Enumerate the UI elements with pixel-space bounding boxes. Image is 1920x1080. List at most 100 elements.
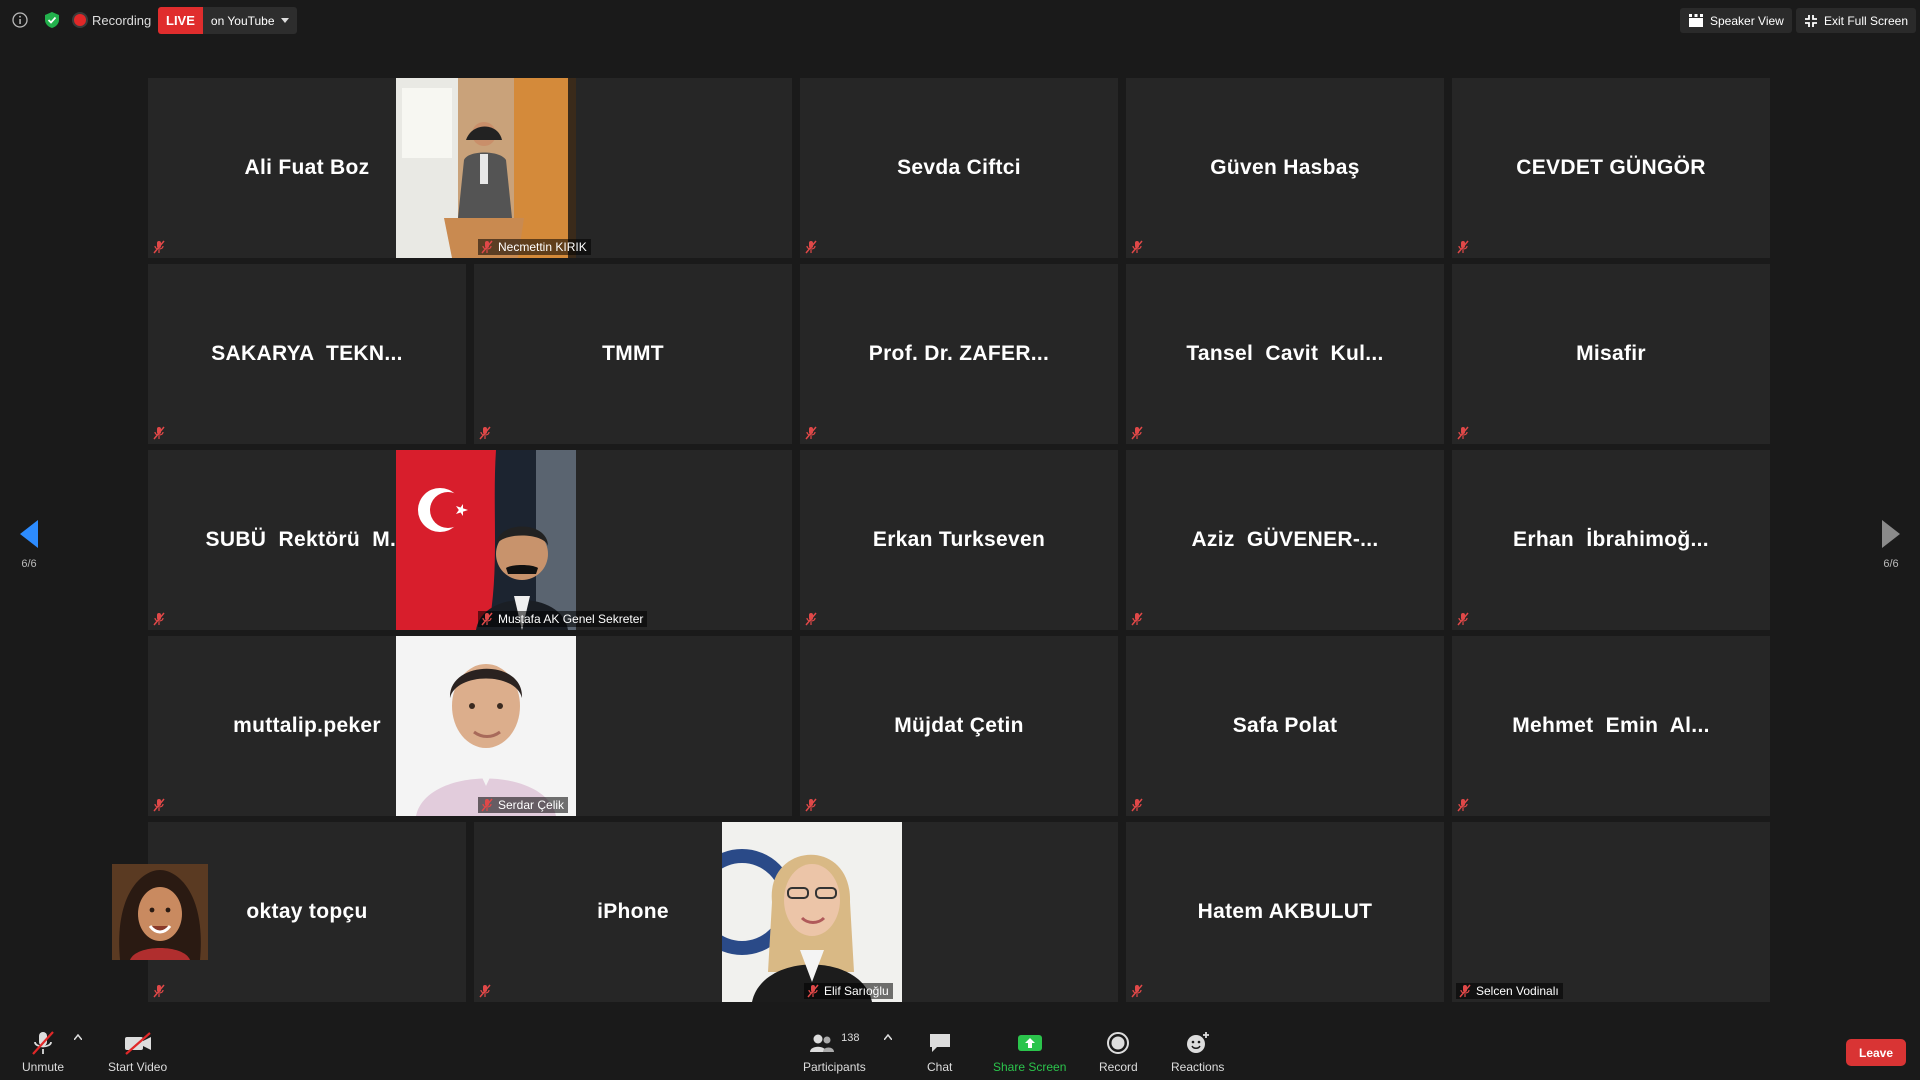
- participant-tile[interactable]: Erhan İbrahimoğ...: [1452, 450, 1770, 630]
- exit-full-screen-label: Exit Full Screen: [1824, 13, 1909, 28]
- participant-tile[interactable]: Necmettin KIRIK: [396, 78, 792, 258]
- participant-name-label: Mustafa AK Genel Sekreter: [478, 611, 648, 627]
- page-indicator-right: 6/6: [1883, 558, 1899, 570]
- encryption-shield-icon[interactable]: [42, 10, 62, 30]
- muted-mic-icon: [152, 984, 166, 998]
- participant-video: [722, 822, 902, 1002]
- participant-tile[interactable]: Serdar Çelik: [396, 636, 792, 816]
- microphone-muted-icon: [32, 1031, 54, 1055]
- start-video-button[interactable]: Start Video: [108, 1030, 167, 1074]
- muted-mic-icon: [480, 798, 494, 812]
- participant-name-label: Elif Sarıoğlu: [804, 983, 893, 999]
- recording-indicator[interactable]: Recording: [74, 10, 151, 30]
- chevron-up-icon: [884, 1034, 892, 1040]
- record-icon: [1107, 1032, 1130, 1054]
- muted-mic-icon: [1456, 240, 1470, 254]
- participant-tile[interactable]: Elif Sarıoğlu: [722, 822, 1118, 1002]
- participant-name: Necmettin KIRIK: [498, 240, 587, 254]
- speaker-view-icon: [1689, 13, 1703, 27]
- participant-tile[interactable]: TMMT: [474, 264, 792, 444]
- participant-name: Mustafa AK Genel Sekreter: [498, 612, 644, 626]
- participant-tile[interactable]: CEVDET GÜNGÖR: [1452, 78, 1770, 258]
- participant-name: SAKARYA TEKN...: [211, 342, 403, 365]
- muted-mic-icon: [478, 984, 492, 998]
- participant-tile[interactable]: SAKARYA TEKN...: [148, 264, 466, 444]
- info-icon[interactable]: [10, 10, 30, 30]
- chat-bubble-icon: [929, 1034, 950, 1052]
- muted-mic-icon: [152, 612, 166, 626]
- participant-tile[interactable]: Tansel Cavit Kul...: [1126, 264, 1444, 444]
- participant-video: [112, 864, 208, 960]
- participants-options-caret[interactable]: [884, 1034, 892, 1040]
- participant-tile[interactable]: Misafir: [1452, 264, 1770, 444]
- previous-page-nav[interactable]: 6/6: [9, 520, 49, 580]
- page-indicator-left: 6/6: [21, 558, 37, 570]
- muted-mic-icon: [804, 798, 818, 812]
- live-destination-label: on YouTube: [210, 13, 275, 28]
- participant-tile[interactable]: Erkan Turkseven: [800, 450, 1118, 630]
- video-camera-off-icon: [124, 1032, 151, 1055]
- participant-tile[interactable]: Prof. Dr. ZAFER...: [800, 264, 1118, 444]
- recording-dot-icon: [74, 14, 86, 26]
- audio-options-caret[interactable]: [74, 1034, 82, 1040]
- participant-tile[interactable]: Güven Hasbaş: [1126, 78, 1444, 258]
- participant-name: Mehmet Emin Al...: [1512, 714, 1710, 737]
- muted-mic-icon: [480, 612, 494, 626]
- participant-name: Prof. Dr. ZAFER...: [868, 342, 1050, 365]
- participant-tile[interactable]: Mustafa AK Genel Sekreter: [396, 450, 792, 630]
- arrow-left-icon: [20, 520, 38, 548]
- muted-mic-icon: [1130, 612, 1144, 626]
- participant-tile[interactable]: Aziz GÜVENER-...: [1126, 450, 1444, 630]
- participant-name: CEVDET GÜNGÖR: [1516, 156, 1706, 179]
- exit-full-screen-button[interactable]: Exit Full Screen: [1796, 8, 1917, 33]
- record-label: Record: [1099, 1060, 1138, 1074]
- share-screen-button[interactable]: Share Screen: [993, 1030, 1066, 1074]
- participant-name-label: Serdar Çelik: [478, 797, 569, 813]
- leave-button[interactable]: Leave: [1846, 1039, 1906, 1066]
- chevron-up-icon: [74, 1034, 82, 1040]
- chevron-down-icon: [280, 18, 289, 23]
- participants-icon: [810, 1034, 835, 1052]
- participant-name: Tansel Cavit Kul...: [1186, 342, 1384, 365]
- reactions-label: Reactions: [1171, 1060, 1225, 1074]
- participant-tile[interactable]: Safa Polat: [1126, 636, 1444, 816]
- reactions-button[interactable]: Reactions: [1171, 1030, 1224, 1074]
- live-stream-indicator[interactable]: LIVE on YouTube: [158, 7, 297, 34]
- participants-label: Participants: [803, 1060, 866, 1074]
- participant-video: [396, 450, 576, 630]
- participant-name: Safa Polat: [1232, 714, 1338, 737]
- next-page-nav[interactable]: 6/6: [1871, 520, 1911, 580]
- exit-fullscreen-icon: [1805, 14, 1817, 27]
- live-badge: LIVE: [158, 7, 203, 34]
- muted-mic-icon: [804, 426, 818, 440]
- participant-name: Erkan Turkseven: [872, 528, 1046, 551]
- top-bar: Recording LIVE on YouTube Speaker View E…: [0, 0, 1920, 40]
- participant-name: TMMT: [602, 342, 664, 365]
- speaker-view-label: Speaker View: [1710, 13, 1784, 28]
- participant-name-label: Necmettin KIRIK: [478, 239, 591, 255]
- record-button[interactable]: Record: [1099, 1030, 1138, 1074]
- muted-mic-icon: [152, 240, 166, 254]
- meeting-controls-bar: Unmute Start Video 138 Participants Chat…: [0, 1020, 1920, 1080]
- muted-mic-icon: [478, 426, 492, 440]
- participants-count: 138: [841, 1032, 860, 1044]
- muted-mic-icon: [152, 426, 166, 440]
- live-destination-dropdown[interactable]: on YouTube: [202, 7, 297, 34]
- participant-name: Güven Hasbaş: [1210, 156, 1360, 179]
- participant-name: Müjdat Çetin: [894, 714, 1024, 737]
- unmute-label: Unmute: [22, 1060, 65, 1074]
- participant-tile[interactable]: Selcen Vodinalı: [112, 822, 1770, 1002]
- muted-mic-icon: [152, 798, 166, 812]
- recording-label: Recording: [92, 12, 152, 28]
- participant-tile[interactable]: Müjdat Çetin: [800, 636, 1118, 816]
- participant-name: Serdar Çelik: [498, 798, 565, 812]
- speaker-view-button[interactable]: Speaker View: [1680, 8, 1792, 33]
- arrow-right-icon: [1882, 520, 1900, 548]
- chat-button[interactable]: Chat: [927, 1030, 952, 1074]
- participant-tile[interactable]: Mehmet Emin Al...: [1452, 636, 1770, 816]
- unmute-button[interactable]: Unmute: [22, 1030, 64, 1074]
- participants-button[interactable]: 138 Participants: [803, 1030, 866, 1074]
- participant-tile[interactable]: Sevda Ciftci: [800, 78, 1118, 258]
- muted-mic-icon: [1130, 984, 1144, 998]
- participant-tile[interactable]: Hatem AKBULUT: [1126, 822, 1444, 1002]
